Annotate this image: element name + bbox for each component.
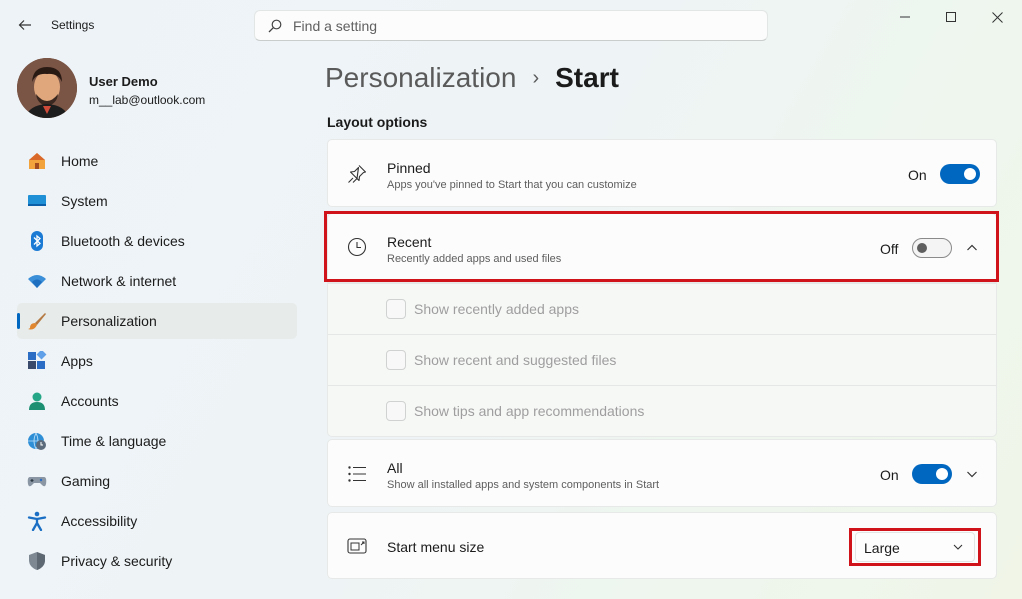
shield-icon bbox=[27, 551, 47, 571]
sidebar-item-gaming[interactable]: Gaming bbox=[17, 463, 297, 499]
all-title: All bbox=[387, 460, 403, 476]
system-icon bbox=[27, 191, 47, 211]
tips-recommendations-checkbox[interactable] bbox=[386, 401, 406, 421]
app-title: Settings bbox=[51, 18, 95, 32]
all-setting-card[interactable]: All Show all installed apps and system c… bbox=[327, 439, 997, 507]
brush-icon bbox=[27, 311, 47, 331]
highlight-box-recent bbox=[324, 211, 999, 282]
network-icon bbox=[27, 271, 47, 291]
recent-options-panel: Show recently added apps Show recent and… bbox=[327, 283, 997, 437]
user-email: m__lab@outlook.com bbox=[89, 93, 206, 107]
home-icon bbox=[27, 151, 47, 171]
sidebar-item-system[interactable]: System bbox=[17, 183, 297, 219]
minimize-button[interactable] bbox=[882, 4, 928, 30]
pinned-title: Pinned bbox=[387, 160, 431, 176]
accessibility-icon bbox=[27, 511, 47, 531]
all-toggle-label: On bbox=[880, 467, 899, 483]
breadcrumb: Personalization › Start bbox=[325, 58, 619, 98]
globe-clock-icon bbox=[27, 431, 47, 451]
title-bar: Settings bbox=[0, 0, 1022, 48]
gamepad-icon bbox=[27, 471, 47, 491]
option-tips-recommendations: Show tips and app recommendations bbox=[328, 385, 996, 436]
sidebar-item-accounts[interactable]: Accounts bbox=[17, 383, 297, 419]
recent-files-checkbox[interactable] bbox=[386, 350, 406, 370]
pinned-description: Apps you've pinned to Start that you can… bbox=[387, 179, 637, 191]
maximize-button[interactable] bbox=[928, 4, 974, 30]
accounts-icon bbox=[27, 391, 47, 411]
close-button[interactable] bbox=[974, 4, 1020, 30]
pinned-toggle[interactable] bbox=[940, 164, 980, 184]
sidebar-item-time-language[interactable]: Time & language bbox=[17, 423, 297, 459]
apps-icon bbox=[27, 351, 47, 371]
search-icon bbox=[267, 18, 283, 34]
bluetooth-icon bbox=[27, 231, 47, 251]
back-arrow-icon bbox=[18, 20, 31, 30]
recently-added-apps-checkbox[interactable] bbox=[386, 299, 406, 319]
minimize-icon bbox=[900, 16, 910, 18]
sidebar-item-accessibility[interactable]: Accessibility bbox=[17, 503, 297, 539]
pin-icon bbox=[346, 163, 368, 185]
start-menu-size-title: Start menu size bbox=[387, 539, 485, 555]
search-box[interactable] bbox=[254, 10, 768, 41]
avatar bbox=[17, 58, 77, 118]
sidebar-item-home[interactable]: Home bbox=[17, 143, 297, 179]
pinned-toggle-label: On bbox=[908, 167, 927, 183]
breadcrumb-parent[interactable]: Personalization bbox=[325, 62, 516, 94]
all-toggle[interactable] bbox=[912, 464, 952, 484]
sidebar-nav: Home System Bluetooth & devices Network … bbox=[17, 143, 297, 583]
sidebar-item-personalization[interactable]: Personalization bbox=[17, 303, 297, 339]
user-profile[interactable]: User Demo m__lab@outlook.com bbox=[17, 58, 297, 118]
sidebar-item-apps[interactable]: Apps bbox=[17, 343, 297, 379]
chevron-down-icon[interactable] bbox=[964, 466, 980, 482]
pinned-setting-card: Pinned Apps you've pinned to Start that … bbox=[327, 139, 997, 207]
close-icon bbox=[991, 11, 1003, 23]
sidebar-item-bluetooth[interactable]: Bluetooth & devices bbox=[17, 223, 297, 259]
back-button[interactable] bbox=[14, 14, 36, 36]
maximize-icon bbox=[946, 12, 956, 22]
breadcrumb-separator: › bbox=[532, 66, 540, 89]
sidebar-item-privacy-security[interactable]: Privacy & security bbox=[17, 543, 297, 579]
menu-size-icon bbox=[346, 535, 368, 557]
user-name: User Demo bbox=[89, 74, 158, 89]
sidebar-item-network[interactable]: Network & internet bbox=[17, 263, 297, 299]
section-title: Layout options bbox=[327, 114, 428, 130]
list-icon bbox=[346, 463, 368, 485]
highlight-box-dropdown bbox=[849, 528, 981, 566]
option-recent-suggested-files: Show recent and suggested files bbox=[328, 334, 996, 385]
option-recently-added-apps: Show recently added apps bbox=[328, 283, 996, 334]
all-description: Show all installed apps and system compo… bbox=[387, 479, 660, 491]
page-title: Start bbox=[555, 62, 619, 93]
search-input[interactable] bbox=[293, 17, 733, 34]
